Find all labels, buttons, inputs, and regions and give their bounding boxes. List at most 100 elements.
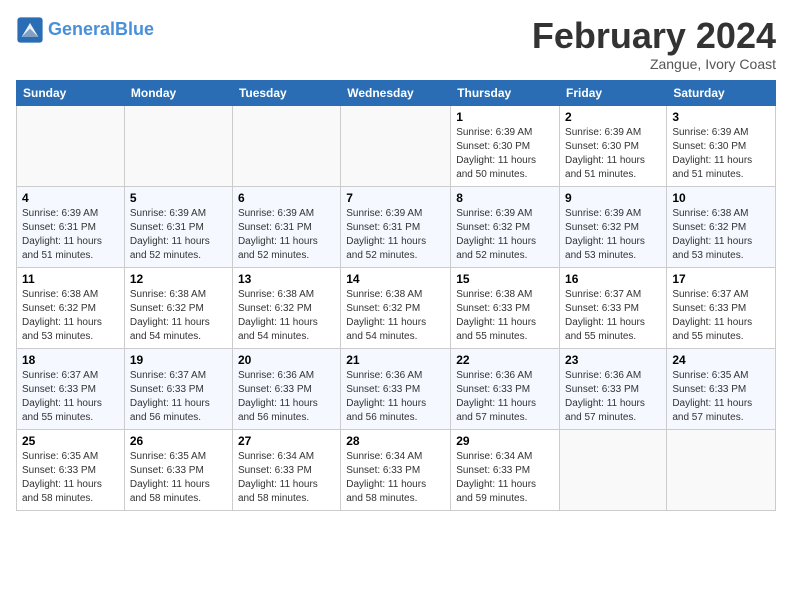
day-number: 25 (22, 434, 119, 448)
day-info: Sunrise: 6:36 AMSunset: 6:33 PMDaylight:… (456, 369, 554, 425)
day-number: 22 (456, 353, 554, 367)
calendar-cell (667, 429, 776, 510)
header-wednesday: Wednesday (341, 80, 451, 105)
day-info: Sunrise: 6:38 AMSunset: 6:32 PMDaylight:… (346, 288, 445, 344)
day-number: 19 (130, 353, 227, 367)
calendar-week-5: 25 Sunrise: 6:35 AMSunset: 6:33 PMDayligh… (17, 429, 776, 510)
day-info: Sunrise: 6:36 AMSunset: 6:33 PMDaylight:… (565, 369, 661, 425)
day-number: 20 (238, 353, 335, 367)
page-title: February 2024 (532, 16, 776, 56)
calendar-cell: 9 Sunrise: 6:39 AMSunset: 6:32 PMDaylight… (560, 186, 667, 267)
day-number: 8 (456, 191, 554, 205)
calendar-cell: 14 Sunrise: 6:38 AMSunset: 6:32 PMDayligh… (341, 267, 451, 348)
calendar-cell: 26Sunrise: 6:35 AMSunset: 6:33 PMDayligh… (124, 429, 232, 510)
day-info: Sunrise: 6:36 AMSunset: 6:33 PMDaylight:… (238, 369, 335, 425)
day-number: 9 (565, 191, 661, 205)
day-number: 2 (565, 110, 661, 124)
day-info: Sunrise: 6:39 AMSunset: 6:30 PMDaylight:… (456, 126, 554, 182)
calendar-cell: 7 Sunrise: 6:39 AMSunset: 6:31 PMDaylight… (341, 186, 451, 267)
day-number: 7 (346, 191, 445, 205)
day-number: 5 (130, 191, 227, 205)
day-number: 10 (672, 191, 770, 205)
day-info: Sunrise: 6:37 AMSunset: 6:33 PMDaylight:… (22, 369, 119, 425)
day-info: Sunrise: 6:34 AMSunset: 6:33 PMDaylight:… (456, 450, 554, 506)
calendar-cell: 13 Sunrise: 6:38 AMSunset: 6:32 PMDayligh… (232, 267, 340, 348)
logo-text: GeneralBlue (48, 20, 154, 40)
day-info: Sunrise: 6:39 AMSunset: 6:31 PMDaylight:… (346, 207, 445, 263)
day-number: 28 (346, 434, 445, 448)
calendar-cell: 3 Sunrise: 6:39 AMSunset: 6:30 PMDaylight… (667, 105, 776, 186)
logo: GeneralBlue (16, 16, 154, 44)
calendar-cell: 27 Sunrise: 6:34 AMSunset: 6:33 PMDayligh… (232, 429, 340, 510)
calendar-cell (124, 105, 232, 186)
calendar-cell: 17 Sunrise: 6:37 AMSunset: 6:33 PMDayligh… (667, 267, 776, 348)
day-info: Sunrise: 6:37 AMSunset: 6:33 PMDaylight:… (130, 369, 227, 425)
calendar-cell: 8Sunrise: 6:39 AMSunset: 6:32 PMDaylight… (451, 186, 560, 267)
calendar-cell (17, 105, 125, 186)
page-subtitle: Zangue, Ivory Coast (532, 56, 776, 72)
day-number: 21 (346, 353, 445, 367)
header-saturday: Saturday (667, 80, 776, 105)
day-info: Sunrise: 6:37 AMSunset: 6:33 PMDaylight:… (565, 288, 661, 344)
calendar-cell: 11 Sunrise: 6:38 AMSunset: 6:32 PMDayligh… (17, 267, 125, 348)
calendar-cell: 19 Sunrise: 6:37 AMSunset: 6:33 PMDayligh… (124, 348, 232, 429)
calendar-cell: 5 Sunrise: 6:39 AMSunset: 6:31 PMDaylight… (124, 186, 232, 267)
day-number: 11 (22, 272, 119, 286)
calendar-cell: 2 Sunrise: 6:39 AMSunset: 6:30 PMDaylight… (560, 105, 667, 186)
calendar-cell: 20 Sunrise: 6:36 AMSunset: 6:33 PMDayligh… (232, 348, 340, 429)
day-info: Sunrise: 6:38 AMSunset: 6:32 PMDaylight:… (238, 288, 335, 344)
day-number: 4 (22, 191, 119, 205)
day-number: 16 (565, 272, 661, 286)
day-info: Sunrise: 6:39 AMSunset: 6:31 PMDaylight:… (130, 207, 227, 263)
calendar-week-4: 18 Sunrise: 6:37 AMSunset: 6:33 PMDayligh… (17, 348, 776, 429)
calendar-table: SundayMondayTuesdayWednesdayThursdayFrid… (16, 80, 776, 511)
day-info: Sunrise: 6:38 AMSunset: 6:33 PMDaylight:… (456, 288, 554, 344)
calendar-cell: 24Sunrise: 6:35 AMSunset: 6:33 PMDayligh… (667, 348, 776, 429)
logo-general: General (48, 19, 115, 39)
calendar-cell: 29 Sunrise: 6:34 AMSunset: 6:33 PMDayligh… (451, 429, 560, 510)
day-number: 15 (456, 272, 554, 286)
day-number: 17 (672, 272, 770, 286)
calendar-cell (341, 105, 451, 186)
day-info: Sunrise: 6:39 AMSunset: 6:30 PMDaylight:… (672, 126, 770, 182)
calendar-cell: 18 Sunrise: 6:37 AMSunset: 6:33 PMDayligh… (17, 348, 125, 429)
header-sunday: Sunday (17, 80, 125, 105)
day-number: 23 (565, 353, 661, 367)
day-number: 6 (238, 191, 335, 205)
day-info: Sunrise: 6:35 AMSunset: 6:33 PMDaylight:… (130, 450, 227, 506)
day-info: Sunrise: 6:39 AMSunset: 6:32 PMDaylight:… (565, 207, 661, 263)
calendar-cell: 15 Sunrise: 6:38 AMSunset: 6:33 PMDayligh… (451, 267, 560, 348)
day-info: Sunrise: 6:39 AMSunset: 6:31 PMDaylight:… (238, 207, 335, 263)
calendar-cell (232, 105, 340, 186)
header-tuesday: Tuesday (232, 80, 340, 105)
header-thursday: Thursday (451, 80, 560, 105)
day-info: Sunrise: 6:36 AMSunset: 6:33 PMDaylight:… (346, 369, 445, 425)
day-number: 13 (238, 272, 335, 286)
logo-icon (16, 16, 44, 44)
day-info: Sunrise: 6:38 AMSunset: 6:32 PMDaylight:… (130, 288, 227, 344)
day-number: 14 (346, 272, 445, 286)
day-number: 27 (238, 434, 335, 448)
day-number: 29 (456, 434, 554, 448)
logo-blue: Blue (115, 19, 154, 39)
day-info: Sunrise: 6:39 AMSunset: 6:30 PMDaylight:… (565, 126, 661, 182)
calendar-cell (560, 429, 667, 510)
day-info: Sunrise: 6:38 AMSunset: 6:32 PMDaylight:… (22, 288, 119, 344)
header-friday: Friday (560, 80, 667, 105)
day-info: Sunrise: 6:39 AMSunset: 6:31 PMDaylight:… (22, 207, 119, 263)
calendar-cell: 21 Sunrise: 6:36 AMSunset: 6:33 PMDayligh… (341, 348, 451, 429)
calendar-cell: 28 Sunrise: 6:34 AMSunset: 6:33 PMDayligh… (341, 429, 451, 510)
day-info: Sunrise: 6:38 AMSunset: 6:32 PMDaylight:… (672, 207, 770, 263)
day-info: Sunrise: 6:37 AMSunset: 6:33 PMDaylight:… (672, 288, 770, 344)
calendar-week-1: 1Sunrise: 6:39 AMSunset: 6:30 PMDaylight… (17, 105, 776, 186)
calendar-cell: 25 Sunrise: 6:35 AMSunset: 6:33 PMDayligh… (17, 429, 125, 510)
day-info: Sunrise: 6:34 AMSunset: 6:33 PMDaylight:… (238, 450, 335, 506)
calendar-header-row: SundayMondayTuesdayWednesdayThursdayFrid… (17, 80, 776, 105)
header-monday: Monday (124, 80, 232, 105)
day-info: Sunrise: 6:35 AMSunset: 6:33 PMDaylight:… (22, 450, 119, 506)
calendar-cell: 4 Sunrise: 6:39 AMSunset: 6:31 PMDaylight… (17, 186, 125, 267)
day-number: 3 (672, 110, 770, 124)
day-info: Sunrise: 6:34 AMSunset: 6:33 PMDaylight:… (346, 450, 445, 506)
day-number: 18 (22, 353, 119, 367)
calendar-cell: 23 Sunrise: 6:36 AMSunset: 6:33 PMDayligh… (560, 348, 667, 429)
